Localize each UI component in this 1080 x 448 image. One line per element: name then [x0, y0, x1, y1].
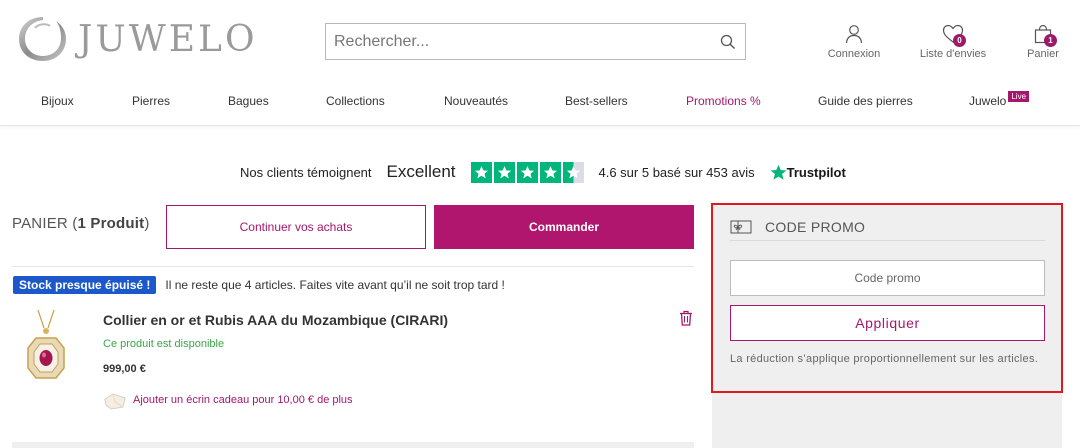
search-icon[interactable]: [711, 34, 745, 50]
logo-ring-icon: [19, 17, 66, 61]
account-link[interactable]: Connexion: [820, 24, 888, 60]
account-label: Connexion: [827, 48, 881, 60]
promo-highlight-frame: [711, 203, 1063, 393]
gift-box-option[interactable]: Ajouter un écrin cadeau pour 10,00 € de …: [103, 390, 353, 410]
trustpilot-summary: 4.6 sur 5 basé sur 453 avis: [598, 164, 755, 180]
product-name[interactable]: Collier en or et Rubis AAA du Mozambique…: [103, 312, 448, 328]
star-icon: [470, 161, 492, 183]
nav-item-juwelo-live[interactable]: Juwelo Live: [969, 91, 1030, 108]
gift-box-icon: [104, 393, 126, 410]
nav-item-promotions[interactable]: Promotions %: [686, 94, 761, 108]
cart-link[interactable]: 1 Panier: [1024, 24, 1062, 60]
continue-shopping-button[interactable]: Continuer vos achats: [166, 205, 426, 249]
cart-count-badge: 1: [1044, 34, 1057, 47]
trustpilot-star-icon: [770, 164, 787, 180]
divider: [12, 266, 694, 267]
trustpilot-stars: [470, 161, 586, 183]
next-row-strip: [12, 442, 694, 448]
gift-box-label: Ajouter un écrin cadeau pour 10,00 € de …: [133, 394, 353, 406]
trustpilot-logo: Trustpilot: [770, 164, 846, 181]
product-price: 999,00 €: [103, 363, 146, 375]
user-icon: [845, 25, 863, 44]
nav-item-guide-des-pierres[interactable]: Guide des pierres: [818, 94, 913, 108]
star-icon: [516, 161, 538, 183]
search-input[interactable]: [326, 24, 711, 59]
logo[interactable]: JUWELO: [16, 14, 257, 64]
search-box: [325, 23, 746, 60]
trustpilot-widget[interactable]: Nos clients témoignent Excellent 4.6 sur…: [240, 160, 846, 184]
stock-warning: Stock presque épuisé ! Il ne reste que 4…: [13, 276, 505, 294]
trustpilot-brand: Trustpilot: [786, 164, 846, 180]
nav-item-bijoux[interactable]: Bijoux: [41, 94, 74, 108]
nav-item-nouveautes[interactable]: Nouveautés: [444, 94, 508, 108]
cart-label: Panier: [1027, 48, 1059, 60]
wishlist-link[interactable]: 0 Liste d'envies: [914, 24, 992, 60]
stock-message: Il ne reste que 4 articles. Faites vite …: [165, 278, 505, 292]
brand-name: JUWELO: [78, 18, 258, 60]
nav-item-pierres[interactable]: Pierres: [132, 94, 170, 108]
star-icon: [539, 161, 561, 183]
nav-item-bagues[interactable]: Bagues: [228, 94, 269, 108]
product-availability: Ce produit est disponible: [103, 338, 225, 350]
wishlist-count-badge: 0: [953, 34, 966, 47]
checkout-button[interactable]: Commander: [434, 205, 694, 249]
half-star-icon: [562, 161, 584, 183]
cart-product-count: 1 Produit: [77, 215, 145, 232]
site-header: JUWELO Connexion 0 Liste d'envies 1 Pani…: [0, 0, 1080, 126]
wishlist-label: Liste d'envies: [919, 48, 987, 60]
trustpilot-rating-word: Excellent: [386, 162, 456, 181]
main-nav: Bijoux Pierres Bagues Collections Nouvea…: [0, 91, 1080, 114]
product-image[interactable]: [22, 308, 70, 380]
star-icon: [493, 161, 515, 183]
stock-badge: Stock presque épuisé !: [13, 276, 157, 294]
trash-icon[interactable]: [679, 310, 693, 331]
nav-item-best-sellers[interactable]: Best-sellers: [565, 94, 628, 108]
cart-title: PANIER (1 Produit): [12, 215, 150, 232]
live-badge: Live: [1008, 91, 1030, 102]
nav-item-juwelo-label: Juwelo: [969, 94, 1007, 108]
cart-title-label: PANIER: [12, 215, 68, 232]
trustpilot-lead: Nos clients témoignent: [240, 164, 372, 180]
nav-item-collections[interactable]: Collections: [326, 94, 385, 108]
